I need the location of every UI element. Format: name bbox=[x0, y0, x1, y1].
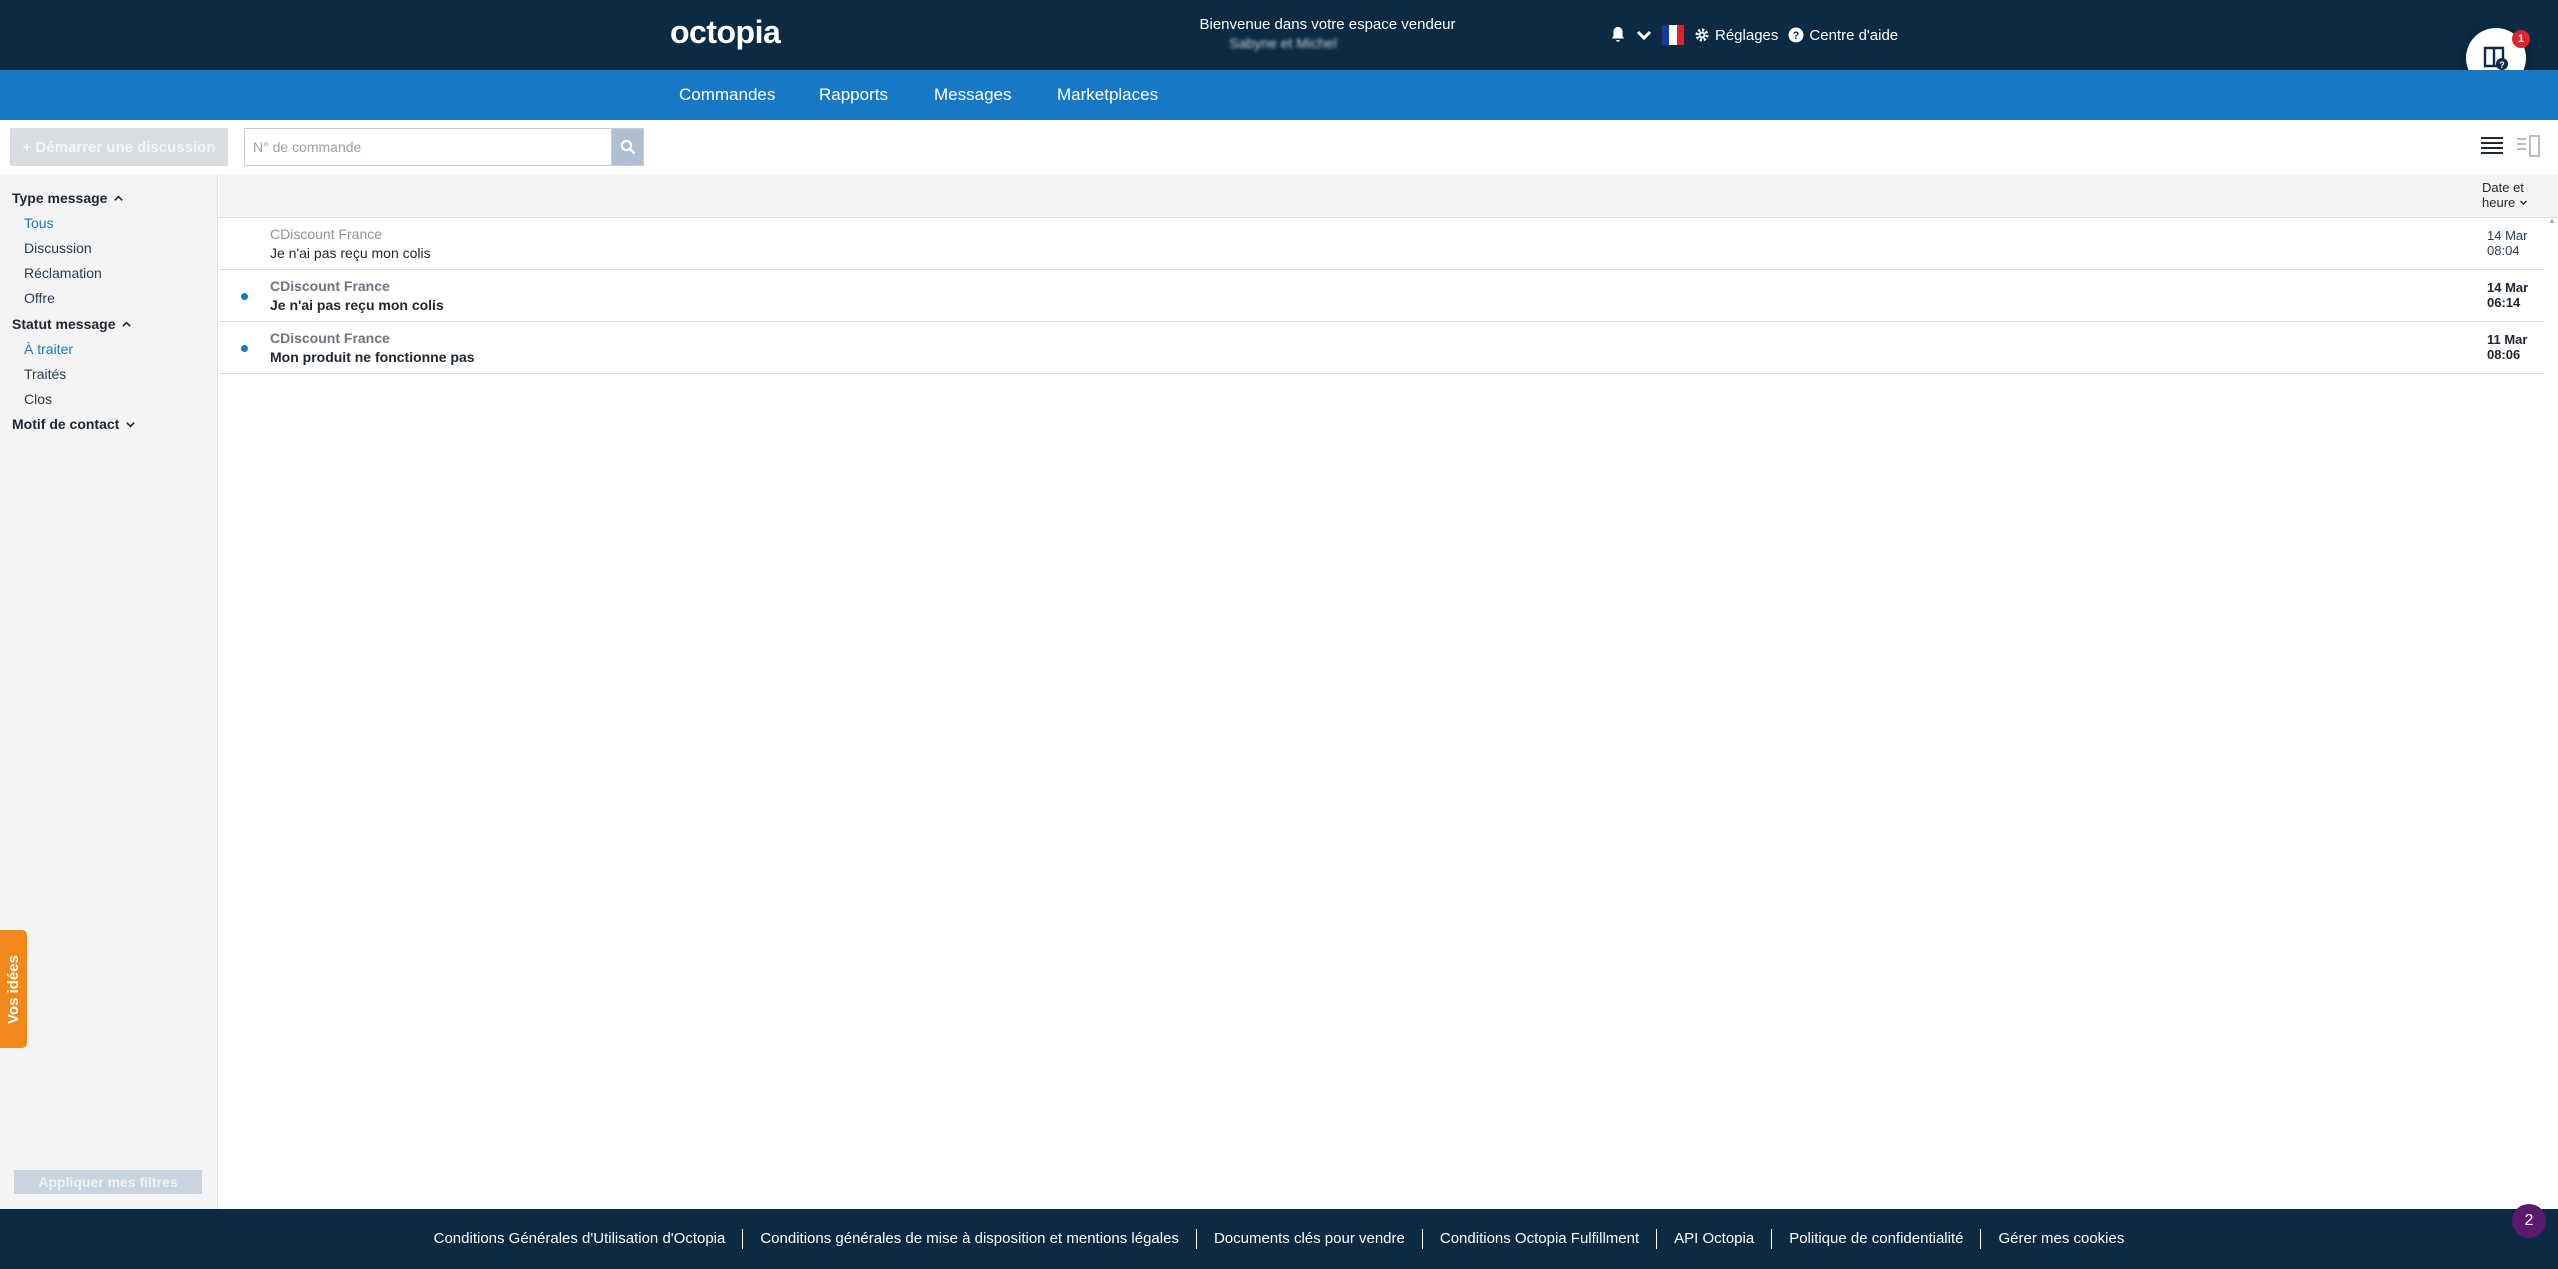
header-actions: Réglages ? Centre d'aide bbox=[1610, 22, 1898, 48]
filter-a-traiter[interactable]: À traiter bbox=[24, 341, 73, 357]
sort-date-header[interactable]: Date et heure bbox=[2482, 180, 2528, 210]
help-book-icon: ? bbox=[2483, 46, 2508, 70]
message-time: 08:04 bbox=[2487, 243, 2520, 258]
message-date: 11 Mar bbox=[2487, 332, 2528, 347]
footer-api-link[interactable]: API Octopia bbox=[1656, 1229, 1771, 1249]
message-subject: Mon produit ne fonctionne pas bbox=[270, 349, 475, 365]
page-footer: Conditions Générales d'Utilisation d'Oct… bbox=[0, 1209, 2558, 1269]
nav-messages[interactable]: Messages bbox=[934, 85, 1011, 105]
octopia-logo[interactable]: octopia bbox=[670, 14, 781, 51]
type-message-heading: Type message bbox=[12, 190, 108, 206]
top-header: octopia Bienvenue dans votre espace vend… bbox=[0, 0, 2558, 70]
chevron-down-icon bbox=[126, 421, 136, 428]
chevron-down-icon[interactable] bbox=[1636, 27, 1652, 43]
statut-message-heading: Statut message bbox=[12, 316, 116, 332]
filter-clos[interactable]: Clos bbox=[24, 391, 52, 407]
order-number-input[interactable] bbox=[245, 129, 611, 165]
ideas-feedback-tab[interactable]: Vos idées bbox=[0, 930, 27, 1048]
message-subject: Je n'ai pas reçu mon colis bbox=[270, 297, 444, 313]
help-circle-icon: ? bbox=[1788, 27, 1804, 43]
welcome-text: Bienvenue dans votre espace vendeur bbox=[1199, 16, 1456, 33]
message-datetime: 14 Mar 06:14 bbox=[2487, 280, 2528, 310]
sort-label-line2-wrap: heure bbox=[2482, 195, 2528, 210]
start-discussion-button[interactable]: + Démarrer une discussion bbox=[10, 128, 228, 166]
sort-label-line2: heure bbox=[2482, 195, 2516, 210]
motif-contact-toggle[interactable]: Motif de contact bbox=[12, 416, 136, 432]
search-icon bbox=[620, 139, 635, 155]
svg-text:?: ? bbox=[1793, 30, 1800, 42]
unread-dot bbox=[241, 293, 248, 300]
chevron-down-icon bbox=[2520, 200, 2528, 205]
unread-dot bbox=[241, 345, 248, 352]
list-view-icon[interactable] bbox=[2480, 135, 2504, 157]
nav-commandes[interactable]: Commandes bbox=[679, 85, 775, 105]
filter-tous[interactable]: Tous bbox=[24, 215, 54, 231]
help-center-link[interactable]: ? Centre d'aide bbox=[1788, 27, 1898, 44]
message-datetime: 11 Mar 08:06 bbox=[2487, 332, 2527, 362]
message-time: 06:14 bbox=[2487, 295, 2521, 310]
svg-text:?: ? bbox=[2499, 60, 2505, 70]
footer-key-docs-link[interactable]: Documents clés pour vendre bbox=[1195, 1229, 1422, 1249]
apply-filters-button[interactable]: Appliquer mes filtres bbox=[14, 1170, 202, 1194]
nav-marketplaces[interactable]: Marketplaces bbox=[1057, 85, 1158, 105]
gear-icon bbox=[1694, 27, 1710, 43]
settings-label: Réglages bbox=[1715, 26, 1779, 44]
message-sender: CDiscount France bbox=[270, 278, 390, 294]
vendor-name: Sabyne et Michel bbox=[1213, 35, 1353, 53]
statut-message-toggle[interactable]: Statut message bbox=[12, 316, 132, 332]
filter-reclamation[interactable]: Réclamation bbox=[24, 265, 102, 281]
footer-fulfillment-link[interactable]: Conditions Octopia Fulfillment bbox=[1421, 1229, 1656, 1249]
message-sender: CDiscount France bbox=[270, 226, 383, 242]
message-datetime: 14 Mar 08:04 bbox=[2487, 228, 2527, 258]
filter-offre[interactable]: Offre bbox=[24, 290, 55, 306]
sort-label-line1: Date et bbox=[2482, 180, 2524, 195]
message-time: 08:06 bbox=[2487, 347, 2521, 362]
message-row[interactable]: CDiscount France Mon produit ne fonction… bbox=[219, 322, 2544, 374]
chevron-up-icon bbox=[122, 320, 132, 327]
chevron-up-icon bbox=[114, 194, 124, 201]
search-button[interactable] bbox=[611, 129, 643, 165]
order-search bbox=[244, 128, 644, 166]
ideas-tab-label: Vos idées bbox=[5, 954, 23, 1024]
message-row[interactable]: CDiscount France Je n'ai pas reçu mon co… bbox=[219, 270, 2544, 322]
message-date: 14 Mar bbox=[2487, 280, 2529, 295]
motif-contact-heading: Motif de contact bbox=[12, 416, 120, 432]
type-message-toggle[interactable]: Type message bbox=[12, 190, 124, 206]
footer-cgu-link[interactable]: Conditions Générales d'Utilisation d'Oct… bbox=[417, 1229, 743, 1249]
footer-legal-link[interactable]: Conditions générales de mise à dispositi… bbox=[742, 1229, 1196, 1249]
filter-traites[interactable]: Traités bbox=[24, 366, 66, 382]
chat-button[interactable]: 2 bbox=[2512, 1204, 2546, 1238]
chat-badge: 2 bbox=[2524, 1212, 2534, 1229]
message-row[interactable]: CDiscount France Je n'ai pas reçu mon co… bbox=[219, 218, 2544, 270]
footer-privacy-link[interactable]: Politique de confidentialité bbox=[1771, 1229, 1980, 1249]
settings-link[interactable]: Réglages bbox=[1694, 27, 1778, 44]
filter-discussion[interactable]: Discussion bbox=[24, 240, 92, 256]
message-date: 14 Mar bbox=[2487, 228, 2528, 243]
split-view-icon[interactable] bbox=[2516, 135, 2540, 157]
main-nav: Commandes Rapports Messages Marketplaces bbox=[0, 70, 2558, 120]
message-subject: Je n'ai pas reçu mon colis bbox=[270, 245, 431, 261]
bell-icon[interactable] bbox=[1610, 26, 1626, 44]
scrollbar-up-arrow[interactable]: ▲ bbox=[2548, 216, 2556, 225]
flag-fr-icon[interactable] bbox=[1662, 25, 1684, 45]
help-center-label: Centre d'aide bbox=[1809, 26, 1899, 44]
message-list-header bbox=[219, 174, 2558, 218]
help-badge: 1 bbox=[2512, 30, 2530, 48]
nav-rapports[interactable]: Rapports bbox=[819, 85, 888, 105]
message-sender: CDiscount France bbox=[270, 330, 390, 346]
footer-cookies-link[interactable]: Gérer mes cookies bbox=[1980, 1229, 2141, 1249]
